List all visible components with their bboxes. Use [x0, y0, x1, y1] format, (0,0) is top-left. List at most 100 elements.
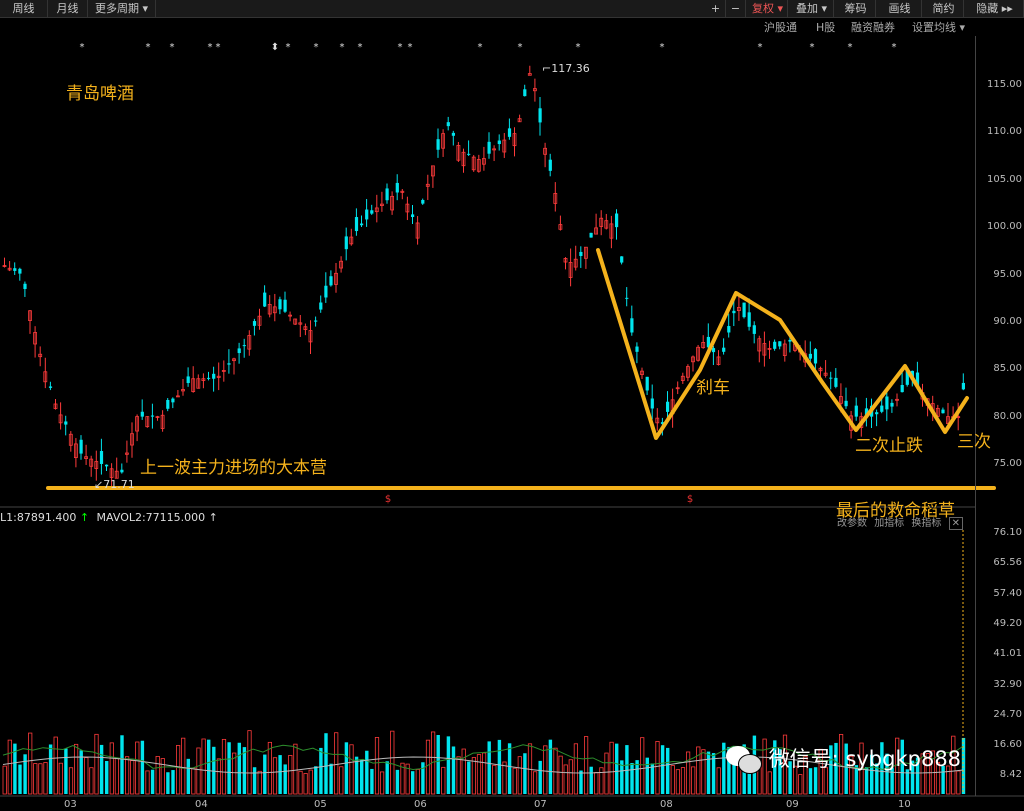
volume-bar: [798, 774, 803, 795]
volume-bar: [523, 753, 527, 794]
volume-bar: [573, 743, 579, 795]
candle-body-down: [451, 132, 455, 136]
candle-body-down: [645, 376, 649, 391]
volume-bar: [293, 743, 298, 795]
candle-body-down: [242, 345, 246, 347]
candle-body-down: [23, 283, 27, 289]
annotation-second: 二次止跌: [855, 436, 923, 456]
candle-body-down: [650, 398, 654, 409]
candle-body-down: [548, 159, 552, 171]
volume-bar: [257, 770, 262, 795]
volume-bar: [303, 773, 308, 795]
event-marker: *: [340, 42, 345, 53]
candle-body-down: [105, 464, 109, 467]
volume-bar: [349, 744, 354, 795]
volume-bar: [28, 732, 33, 795]
add-indicator-button[interactable]: 加指标: [874, 518, 904, 529]
volume-bar: [456, 756, 461, 795]
event-marker: *: [518, 42, 523, 53]
close-icon[interactable]: ✕: [948, 517, 963, 530]
candle-body-down: [283, 299, 287, 312]
candle-body-down: [360, 223, 364, 226]
volume-bar: [604, 752, 609, 795]
mavol2-up-arrow-icon: ↑: [205, 511, 218, 524]
volume-bar: [701, 749, 706, 795]
volume-bar: [650, 763, 655, 794]
volume-bar: [329, 763, 333, 794]
candle-body-down: [620, 256, 624, 263]
volume-bar: [314, 766, 318, 794]
volume-bar: [379, 771, 385, 795]
candle-body-down: [252, 321, 257, 326]
event-marker: *: [398, 42, 403, 53]
volume-legend: L1:87891.400 ↑ MAVOL2:77115.000 ↑: [0, 511, 218, 525]
volume-bar: [599, 767, 604, 795]
pattern-trendline: [596, 248, 969, 440]
candle-body-down: [497, 140, 501, 145]
candle-body-down: [370, 210, 374, 214]
volume-tick-label: 65.56: [993, 557, 1022, 569]
event-marker: *: [408, 42, 413, 53]
candle-body-down: [324, 285, 328, 298]
volume-bar: [105, 761, 109, 794]
dividend-marker: $: [687, 494, 693, 505]
volume-bar: [207, 739, 211, 794]
candle-body-down: [354, 217, 359, 232]
candle-body-down: [263, 292, 267, 307]
volume-bar: [543, 745, 548, 795]
volume-bar: [212, 746, 216, 794]
candle-body-down: [579, 251, 583, 256]
candle-body-down: [711, 348, 716, 353]
candle-body-down: [900, 384, 904, 393]
candle-body-down: [625, 297, 629, 299]
month-tick-label: 06: [414, 799, 427, 810]
candlestick-chart: * * * * * ⬍ * * * * * * * * * * * * * *$ $: [0, 42, 1024, 797]
switch-indicator-button[interactable]: 换指标: [911, 518, 941, 529]
volume-bar: [125, 756, 130, 795]
candle-body-down: [773, 341, 777, 349]
change-params-button[interactable]: 改参数: [837, 518, 867, 529]
candle-body-down: [385, 188, 389, 201]
candle-body-down: [523, 89, 527, 97]
mavol1-up-arrow-icon: ↑: [76, 511, 93, 524]
event-marker: *: [314, 42, 319, 53]
volume-bar: [625, 745, 629, 794]
volume-bar: [365, 750, 369, 794]
volume-bar: [956, 770, 961, 795]
event-marker: *: [286, 42, 291, 53]
volume-bar: [114, 758, 119, 795]
volume-bar: [135, 741, 140, 795]
volume-bar: [507, 743, 512, 794]
candle-body-down: [365, 209, 369, 220]
volume-bar: [395, 769, 400, 794]
volume-bar: [390, 730, 395, 795]
candle-body-down: [630, 318, 634, 333]
candle-body-down: [747, 312, 751, 327]
price-tick-label: 105.00: [987, 173, 1022, 185]
event-marker: *: [660, 42, 665, 53]
volume-bar: [425, 739, 431, 795]
volume-bar: [334, 732, 339, 795]
candle-body-down: [722, 347, 726, 352]
volume-bar: [252, 767, 257, 794]
candle-body-down: [344, 236, 348, 250]
volume-bar: [476, 754, 482, 795]
volume-bar: [171, 770, 175, 794]
volume-bar: [411, 771, 415, 794]
volume-bar: [446, 736, 451, 794]
month-tick-label: 07: [534, 799, 547, 810]
volume-bar: [43, 762, 48, 795]
volume-bar: [58, 762, 63, 795]
event-marker: *: [892, 42, 897, 53]
month-tick-label: 09: [786, 799, 799, 810]
price-tick-label: 85.00: [993, 363, 1022, 375]
volume-bar: [68, 767, 74, 795]
month-tick-label: 08: [660, 799, 673, 810]
candle-body-down: [941, 409, 945, 414]
volume-bar: [568, 759, 573, 795]
volume-bar: [242, 747, 247, 794]
price-tick-label: 110.00: [987, 126, 1022, 138]
candle-body-down: [319, 302, 323, 310]
month-tick-label: 10: [898, 799, 911, 810]
candle-body-down: [140, 411, 144, 417]
